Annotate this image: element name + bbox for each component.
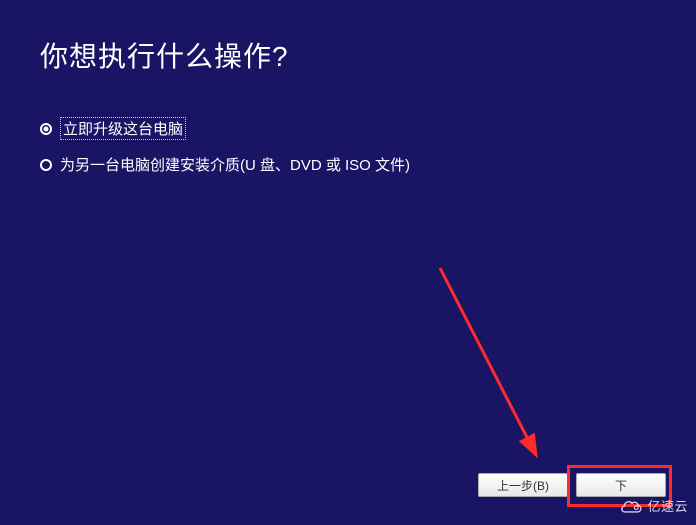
- button-bar: 上一步(B) 下: [478, 473, 666, 497]
- watermark: 亿速云: [621, 496, 688, 515]
- option-label: 为另一台电脑创建安装介质(U 盘、DVD 或 ISO 文件): [60, 154, 410, 175]
- option-create-media[interactable]: 为另一台电脑创建安装介质(U 盘、DVD 或 ISO 文件): [40, 154, 656, 175]
- next-button[interactable]: 下: [576, 473, 666, 497]
- radio-icon: [40, 159, 52, 171]
- back-button[interactable]: 上一步(B): [478, 473, 568, 497]
- page-title: 你想执行什么操作?: [40, 35, 656, 75]
- radio-icon: [40, 123, 52, 135]
- annotation-arrow: [430, 258, 560, 473]
- cloud-icon: [621, 498, 643, 514]
- options-group: 立即升级这台电脑 为另一台电脑创建安装介质(U 盘、DVD 或 ISO 文件): [40, 117, 656, 175]
- watermark-text: 亿速云: [647, 496, 688, 515]
- option-label: 立即升级这台电脑: [60, 117, 186, 140]
- option-upgrade-this-pc[interactable]: 立即升级这台电脑: [40, 117, 656, 140]
